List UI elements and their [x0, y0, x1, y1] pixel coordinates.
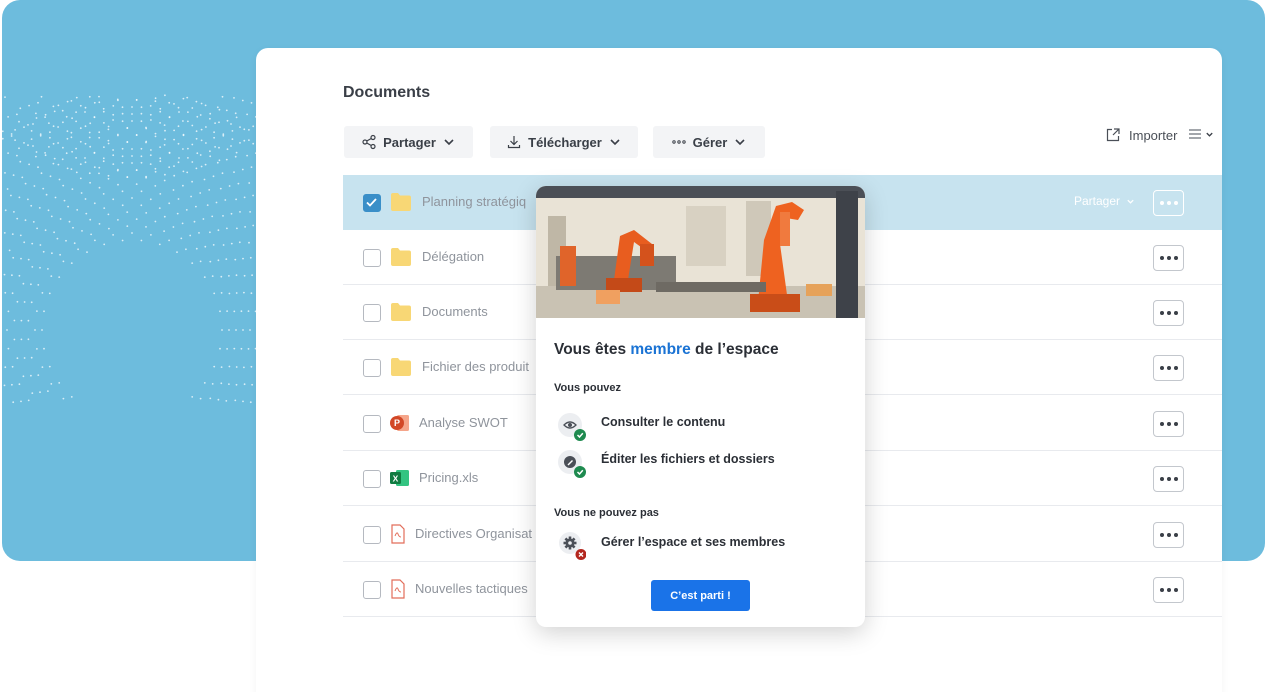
allowed-heading: Vous pouvez	[554, 382, 622, 394]
chevron-down-icon	[1206, 132, 1213, 137]
download-icon	[508, 136, 521, 149]
powerpoint-file-icon: P	[390, 415, 409, 431]
folder-icon	[391, 193, 411, 211]
import-button-label: Importer	[1129, 127, 1178, 143]
permission-label: Consulter le contenu	[601, 415, 726, 429]
chevron-down-icon	[1127, 199, 1134, 204]
factory-robot-illustration	[536, 186, 865, 318]
role-highlight: membre	[630, 341, 691, 358]
import-icon	[1106, 128, 1120, 142]
pdf-file-icon	[391, 524, 405, 544]
view-options-toggle[interactable]	[1188, 128, 1214, 140]
permission-label: Gérer l’espace et ses membres	[601, 535, 786, 549]
svg-text:X: X	[393, 474, 399, 484]
manage-button[interactable]: Gérer	[653, 126, 765, 158]
chevron-down-icon	[610, 139, 620, 146]
file-name[interactable]: Analyse SWOT	[419, 415, 508, 430]
file-name[interactable]: Délégation	[422, 249, 484, 264]
chevron-down-icon	[444, 139, 454, 146]
more-actions-button[interactable]	[1153, 411, 1184, 437]
page-title: Documents	[343, 84, 431, 101]
file-name[interactable]: Directives Organisat	[415, 526, 532, 541]
row-share-label: Partager	[1074, 194, 1121, 208]
file-name[interactable]: Pricing.xls	[419, 470, 478, 485]
file-name[interactable]: Fichier des produit	[422, 359, 529, 374]
more-actions-button[interactable]	[1153, 522, 1184, 548]
folder-icon	[391, 248, 411, 266]
row-checkbox[interactable]	[363, 359, 381, 377]
download-button[interactable]: Télécharger	[490, 126, 638, 158]
row-checkbox[interactable]	[363, 249, 381, 267]
role-info-modal: Vous êtes membre de l’espace Vous pouvez…	[536, 186, 865, 627]
pdf-file-icon	[391, 579, 405, 599]
import-button[interactable]: Importer	[1105, 126, 1177, 144]
share-button-label: Partager	[383, 134, 436, 150]
share-button[interactable]: Partager	[344, 126, 473, 158]
file-name[interactable]: Nouvelles tactiques	[415, 581, 528, 596]
row-checkbox[interactable]	[363, 194, 381, 212]
more-actions-button[interactable]	[1153, 190, 1184, 216]
modal-title: Vous êtes membre de l’espace	[554, 341, 779, 358]
more-actions-button[interactable]	[1153, 577, 1184, 603]
permission-label: Éditer les fichiers et dossiers	[601, 452, 775, 466]
row-share-button[interactable]: Partager	[1074, 194, 1135, 208]
eye-icon	[558, 413, 586, 441]
row-checkbox[interactable]	[363, 526, 381, 544]
more-actions-button[interactable]	[1153, 466, 1184, 492]
share-icon	[362, 134, 376, 150]
download-button-label: Télécharger	[528, 134, 602, 150]
manage-button-label: Gérer	[692, 134, 728, 150]
denied-heading: Vous ne pouvez pas	[554, 507, 659, 519]
svg-text:P: P	[394, 418, 400, 428]
chevron-down-icon	[735, 139, 745, 146]
more-actions-button[interactable]	[1153, 300, 1184, 326]
checkmark-icon	[366, 198, 377, 207]
folder-icon	[391, 358, 411, 376]
file-name[interactable]: Documents	[422, 304, 488, 319]
more-actions-button[interactable]	[1153, 245, 1184, 271]
folder-icon	[391, 303, 411, 321]
file-name[interactable]: Planning stratégiq	[422, 194, 526, 209]
row-checkbox[interactable]	[363, 304, 381, 322]
list-view-icon	[1189, 129, 1201, 139]
row-checkbox[interactable]	[363, 415, 381, 433]
row-checkbox[interactable]	[363, 581, 381, 599]
excel-file-icon: X	[390, 470, 409, 486]
dotted-pattern	[2, 94, 261, 404]
pencil-icon	[558, 450, 586, 478]
row-checkbox[interactable]	[363, 470, 381, 488]
lets-go-button[interactable]: C’est parti !	[651, 580, 750, 611]
gear-icon	[559, 532, 586, 560]
more-actions-button[interactable]	[1153, 355, 1184, 381]
more-horizontal-icon	[671, 140, 686, 144]
